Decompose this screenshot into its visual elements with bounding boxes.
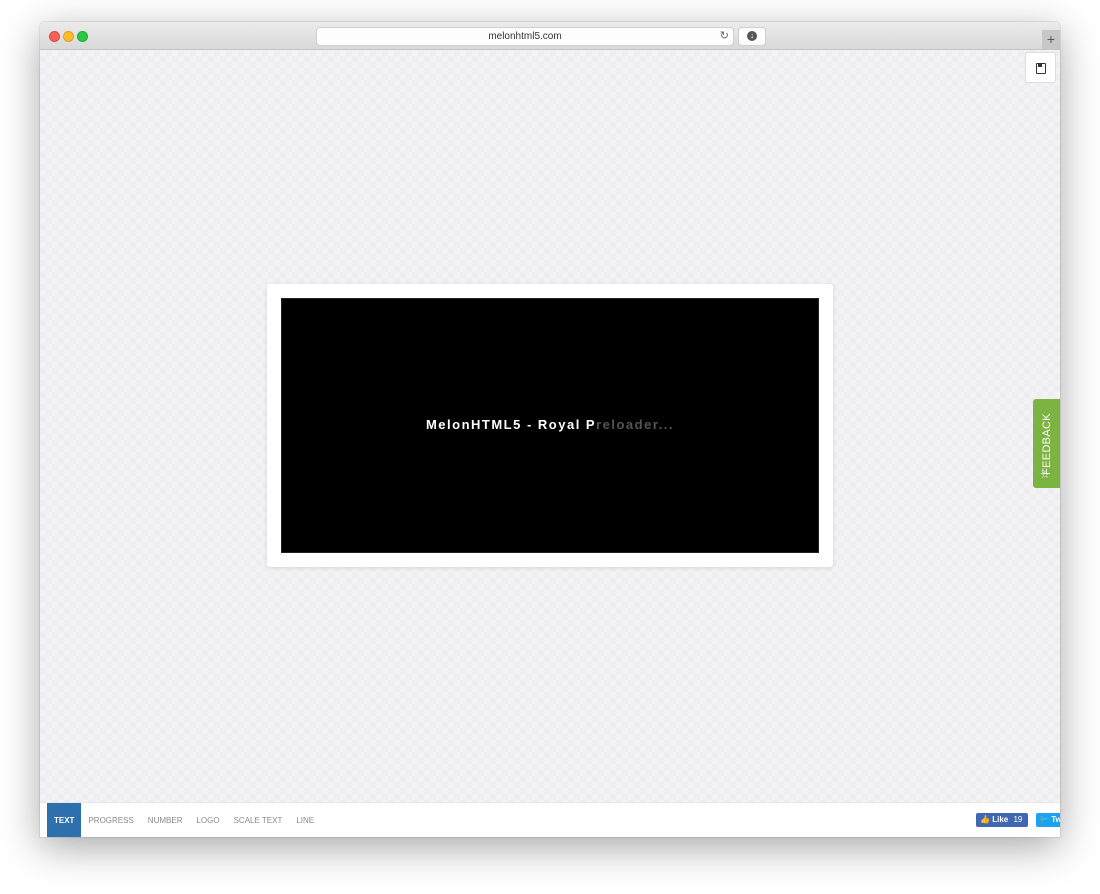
page-content: MelonHTML5 - Royal Preloader... FEEDBACK… xyxy=(40,50,1060,802)
preview-card: MelonHTML5 - Royal Preloader... xyxy=(267,284,833,567)
tab-progress[interactable]: PROGRESS xyxy=(81,803,140,837)
tab-scale-text[interactable]: SCALE TEXT xyxy=(227,803,290,837)
like-count: 19 xyxy=(1013,815,1023,824)
preloader-text-dim: reloader... xyxy=(596,417,675,432)
floppy-disk-icon xyxy=(1036,63,1046,74)
preloader-text-lit: MelonHTML5 - Royal P xyxy=(425,417,597,432)
like-label: Like xyxy=(992,815,1009,824)
maximize-window-button[interactable] xyxy=(77,31,88,42)
twitter-bird-icon: 🐦 xyxy=(1039,815,1049,824)
save-button[interactable] xyxy=(1025,52,1056,83)
feedback-tab[interactable]: FEEDBACK ☆ xyxy=(1033,399,1060,488)
tab-number[interactable]: NUMBER xyxy=(141,803,190,837)
address-bar[interactable]: melonhtml5.com ↻ xyxy=(316,27,734,46)
preloader-type-tabs: TEXT PROGRESS NUMBER LOGO SCALE TEXT LIN… xyxy=(47,803,321,837)
tweet-button[interactable]: 🐦 Tweet xyxy=(1036,813,1060,827)
preloader-text: MelonHTML5 - Royal Preloader... xyxy=(282,417,818,432)
browser-window: melonhtml5.com ↻ ↓ + MelonHTML5 - Royal … xyxy=(40,22,1060,837)
preloader-preview: MelonHTML5 - Royal Preloader... xyxy=(281,298,819,553)
close-window-button[interactable] xyxy=(49,31,60,42)
tab-logo[interactable]: LOGO xyxy=(189,803,226,837)
facebook-like-button[interactable]: 👍 Like 19 xyxy=(976,813,1028,827)
star-icon: ☆ xyxy=(1040,469,1050,481)
thumbs-up-icon: 👍 xyxy=(980,815,990,824)
minimize-window-button[interactable] xyxy=(63,31,74,42)
new-tab-button[interactable]: + xyxy=(1042,30,1060,49)
feedback-label: FEEDBACK xyxy=(1040,412,1053,475)
tab-line[interactable]: LINE xyxy=(289,803,321,837)
reload-icon[interactable]: ↻ xyxy=(720,28,729,45)
tab-text[interactable]: TEXT xyxy=(47,803,82,837)
tweet-label: Tweet xyxy=(1051,815,1060,824)
download-icon: ↓ xyxy=(747,31,757,41)
download-button[interactable]: ↓ xyxy=(738,27,766,46)
url-text: melonhtml5.com xyxy=(488,31,562,42)
bottom-toolbar: TEXT PROGRESS NUMBER LOGO SCALE TEXT LIN… xyxy=(40,802,1060,837)
title-bar: melonhtml5.com ↻ ↓ + xyxy=(40,22,1060,50)
